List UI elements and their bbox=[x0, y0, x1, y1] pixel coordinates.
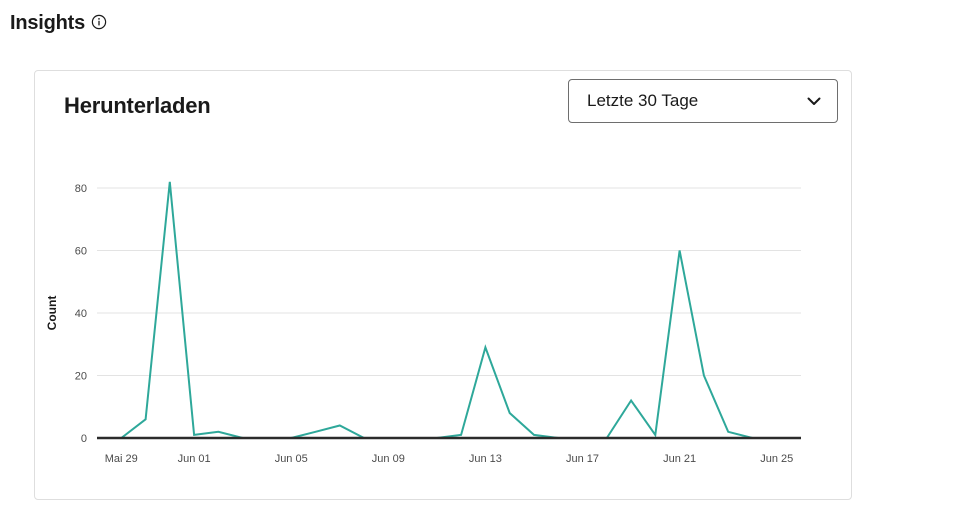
y-tick-label: 40 bbox=[75, 308, 87, 320]
downloads-line-chart: 0 20 40 60 80 Count Mai 29 Jun 01 Jun 05 Jun 09 Ju… bbox=[45, 181, 801, 465]
x-tick-label: Jun 01 bbox=[178, 453, 211, 465]
x-tick-label: Jun 17 bbox=[566, 453, 599, 465]
x-tick-label: Jun 21 bbox=[663, 453, 696, 465]
x-tick-label: Jun 09 bbox=[372, 453, 405, 465]
y-tick-label: 80 bbox=[75, 183, 87, 195]
chevron-down-icon bbox=[807, 97, 821, 105]
time-range-dropdown[interactable]: Letzte 30 Tage bbox=[568, 79, 838, 123]
x-tick-label: Jun 13 bbox=[469, 453, 502, 465]
card-title: Herunterladen bbox=[64, 93, 211, 118]
page-title: Insights bbox=[10, 12, 86, 34]
info-circle-icon[interactable] bbox=[91, 14, 107, 30]
y-tick-label: 20 bbox=[75, 371, 87, 383]
y-tick-label: 0 bbox=[81, 433, 87, 445]
insights-header: Insights bbox=[10, 12, 107, 35]
series-line bbox=[97, 181, 801, 439]
x-tick-label: Jun 25 bbox=[760, 453, 793, 465]
y-axis-label: Count bbox=[45, 296, 59, 331]
downloads-card: 0 20 40 60 80 Count Mai 29 Jun 01 Jun 05 Jun 09 Ju… bbox=[34, 70, 852, 500]
y-tick-label: 60 bbox=[75, 246, 87, 258]
x-tick-label: Jun 05 bbox=[275, 453, 308, 465]
x-tick-label: Mai 29 bbox=[105, 453, 138, 465]
time-range-value: Letzte 30 Tage bbox=[587, 91, 699, 110]
